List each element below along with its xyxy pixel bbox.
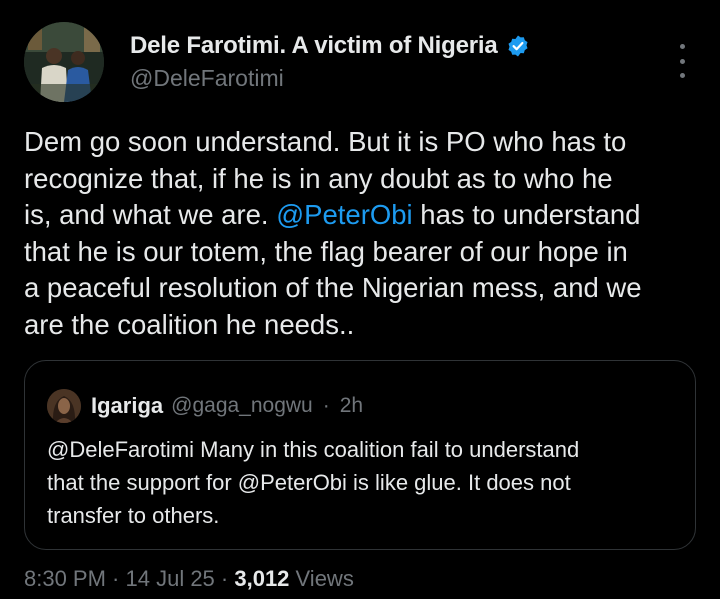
tweet-line: that he is our totem, the flag bearer of… xyxy=(24,235,628,267)
author-handle[interactable]: @DeleFarotimi xyxy=(130,65,284,92)
mention-link[interactable]: @PeterObi xyxy=(276,199,412,230)
tweet-date[interactable]: 14 Jul 25 xyxy=(126,566,215,591)
quoted-author-name[interactable]: Igariga xyxy=(91,393,163,419)
tweet-meta: 8:30 PM · 14 Jul 25 · 3,012 Views xyxy=(24,566,354,592)
author-display-name[interactable]: Dele Farotimi. A victim of Nigeria xyxy=(130,32,498,60)
quoted-author-handle[interactable]: @gaga_nogwu xyxy=(171,394,313,418)
more-options-icon[interactable] xyxy=(676,44,688,78)
quoted-author-avatar[interactable] xyxy=(47,389,81,423)
quoted-tweet-card[interactable]: Igariga @gaga_nogwu · 2h @DeleFarotimi M… xyxy=(24,360,696,550)
verified-badge-icon xyxy=(508,35,528,57)
quoted-tweet-time[interactable]: 2h xyxy=(340,394,363,418)
quoted-tweet-header: Igariga @gaga_nogwu · 2h xyxy=(47,389,363,423)
tweet-line: are the coalition he needs.. xyxy=(24,308,355,340)
tweet-text: Dem go soon understand. But it is PO who… xyxy=(24,124,696,343)
quoted-tweet-line: @DeleFarotimi Many in this coalition fai… xyxy=(47,437,580,462)
tweet-line: recognize that, if he is in any doubt as… xyxy=(24,162,613,194)
dot-separator: · xyxy=(322,394,330,417)
quoted-tweet-text: @DeleFarotimi Many in this coalition fai… xyxy=(47,433,687,532)
quoted-avatar-image xyxy=(47,389,81,423)
tweet-line-text: is, and what we are. xyxy=(24,199,269,230)
more-dot xyxy=(679,58,685,64)
tweet-line: Dem go soon understand. But it is PO who… xyxy=(24,126,627,157)
author-name-row: Dele Farotimi. A victim of Nigeria xyxy=(130,32,530,60)
views-label: Views xyxy=(289,566,354,591)
meta-separator: · xyxy=(214,566,235,591)
author-avatar[interactable] xyxy=(24,22,104,102)
tweet-line-text: has to understand xyxy=(412,199,641,230)
tweet-line: is, and what we are. @PeterObi has to un… xyxy=(24,197,696,234)
meta-separator: · xyxy=(105,566,126,591)
tweet-header: Dele Farotimi. A victim of Nigeria @Dele… xyxy=(24,22,696,102)
views-count: 3,012 xyxy=(234,566,290,591)
quoted-tweet-line: that the support for @PeterObi is like g… xyxy=(47,470,571,495)
more-dot xyxy=(679,44,685,49)
tweet-line: a peaceful resolution of the Nigerian me… xyxy=(24,272,642,303)
quoted-tweet-line: transfer to others. xyxy=(47,503,220,528)
more-dot xyxy=(679,73,685,78)
avatar-image xyxy=(24,22,104,102)
tweet-time[interactable]: 8:30 PM xyxy=(24,566,106,591)
